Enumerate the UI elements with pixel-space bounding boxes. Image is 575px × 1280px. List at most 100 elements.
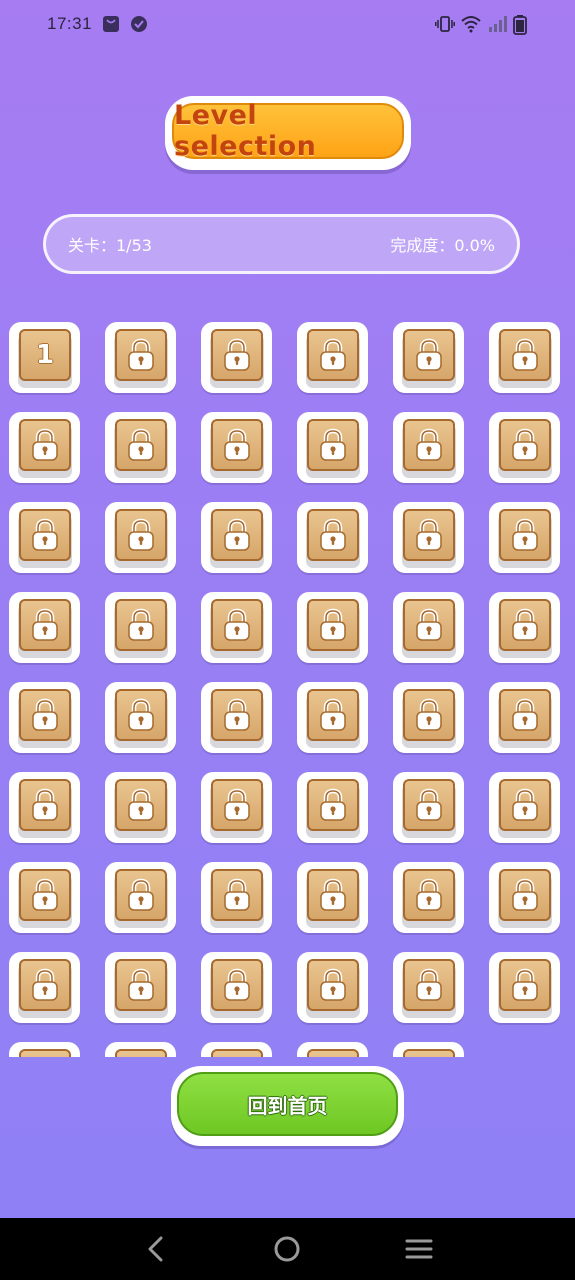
level-tile-face xyxy=(499,419,551,471)
level-tile[interactable] xyxy=(393,1042,464,1057)
title-banner: Level selection xyxy=(165,96,411,170)
level-tile[interactable] xyxy=(105,862,176,933)
lock-icon xyxy=(511,428,539,462)
level-tile[interactable] xyxy=(489,502,560,573)
level-tile[interactable] xyxy=(297,1042,368,1057)
lock-icon xyxy=(415,338,443,372)
level-tile[interactable] xyxy=(489,952,560,1023)
level-tile-face xyxy=(211,599,263,651)
level-tile[interactable] xyxy=(393,412,464,483)
menu-icon xyxy=(405,1239,433,1259)
level-tile[interactable] xyxy=(489,592,560,663)
level-tile[interactable] xyxy=(393,862,464,933)
level-tile[interactable] xyxy=(105,952,176,1023)
lock-icon xyxy=(223,698,251,732)
level-tile[interactable] xyxy=(393,772,464,843)
level-tile[interactable] xyxy=(201,592,272,663)
title-plate: Level selection xyxy=(172,100,404,162)
level-tile[interactable] xyxy=(489,412,560,483)
lock-icon xyxy=(319,788,347,822)
level-tile[interactable] xyxy=(9,682,80,753)
lock-icon xyxy=(415,608,443,642)
status-left: 17:31 xyxy=(47,14,148,34)
level-tile[interactable] xyxy=(297,322,368,393)
level-tile-face xyxy=(403,509,455,561)
level-tile[interactable] xyxy=(105,772,176,843)
level-tile[interactable] xyxy=(9,592,80,663)
vibrate-icon xyxy=(435,15,455,33)
level-tile[interactable] xyxy=(489,772,560,843)
level-tile-face xyxy=(19,869,71,921)
level-tile-face xyxy=(499,689,551,741)
level-tile[interactable] xyxy=(297,592,368,663)
level-tile[interactable] xyxy=(297,952,368,1023)
level-tile[interactable] xyxy=(201,322,272,393)
lock-icon xyxy=(31,698,59,732)
level-tile[interactable] xyxy=(9,952,80,1023)
level-tile-face xyxy=(307,419,359,471)
level-tile[interactable] xyxy=(105,592,176,663)
level-tile[interactable] xyxy=(9,862,80,933)
level-tile[interactable] xyxy=(297,502,368,573)
home-button-face[interactable]: 回到首页 xyxy=(177,1072,398,1136)
level-tile[interactable] xyxy=(201,952,272,1023)
level-tile[interactable] xyxy=(105,502,176,573)
level-tile[interactable] xyxy=(297,412,368,483)
level-tile[interactable] xyxy=(393,682,464,753)
level-tile-face xyxy=(211,869,263,921)
level-tile[interactable] xyxy=(9,502,80,573)
level-tile[interactable] xyxy=(201,1042,272,1057)
home-button[interactable]: 回到首页 xyxy=(171,1066,404,1146)
system-nav-bar xyxy=(0,1218,575,1280)
menu-button[interactable] xyxy=(399,1229,439,1269)
level-grid-viewport[interactable]: 1 xyxy=(0,318,575,1057)
status-time: 17:31 xyxy=(47,14,93,33)
lock-icon xyxy=(319,518,347,552)
home-button-label: 回到首页 xyxy=(247,1093,328,1118)
level-tile[interactable]: 1 xyxy=(9,322,80,393)
home-nav-button[interactable] xyxy=(267,1229,307,1269)
lock-icon xyxy=(319,428,347,462)
level-tile[interactable] xyxy=(297,862,368,933)
level-tile-face xyxy=(115,329,167,381)
level-tile[interactable] xyxy=(393,502,464,573)
lock-icon xyxy=(415,428,443,462)
level-tile[interactable] xyxy=(489,862,560,933)
level-tile-face xyxy=(307,779,359,831)
level-tile[interactable] xyxy=(105,682,176,753)
level-tile[interactable] xyxy=(201,502,272,573)
level-tile[interactable] xyxy=(297,772,368,843)
level-tile-face xyxy=(115,509,167,561)
level-tile[interactable] xyxy=(297,682,368,753)
level-tile[interactable] xyxy=(9,772,80,843)
lock-icon xyxy=(223,788,251,822)
level-tile-face xyxy=(403,329,455,381)
lock-icon xyxy=(31,968,59,1002)
level-tile[interactable] xyxy=(105,1042,176,1057)
back-button[interactable] xyxy=(136,1229,176,1269)
page-title: Level selection xyxy=(174,100,317,162)
level-tile-face xyxy=(115,599,167,651)
level-tile-face xyxy=(499,599,551,651)
level-tile-face xyxy=(403,869,455,921)
level-tile[interactable] xyxy=(9,1042,80,1057)
level-tile[interactable] xyxy=(105,322,176,393)
level-tile[interactable] xyxy=(201,682,272,753)
level-tile-face xyxy=(499,509,551,561)
level-count: 关卡：1/53 xyxy=(68,236,152,255)
level-tile[interactable] xyxy=(489,682,560,753)
lock-icon xyxy=(127,968,155,1002)
level-tile[interactable] xyxy=(201,862,272,933)
level-tile-face xyxy=(211,1049,263,1057)
lock-icon xyxy=(31,428,59,462)
lock-icon xyxy=(415,878,443,912)
level-tile[interactable] xyxy=(393,952,464,1023)
level-tile[interactable] xyxy=(201,412,272,483)
level-tile[interactable] xyxy=(393,322,464,393)
level-tile[interactable] xyxy=(201,772,272,843)
level-tile-face xyxy=(403,959,455,1011)
level-tile[interactable] xyxy=(489,322,560,393)
level-tile[interactable] xyxy=(9,412,80,483)
level-tile[interactable] xyxy=(105,412,176,483)
level-tile[interactable] xyxy=(393,592,464,663)
